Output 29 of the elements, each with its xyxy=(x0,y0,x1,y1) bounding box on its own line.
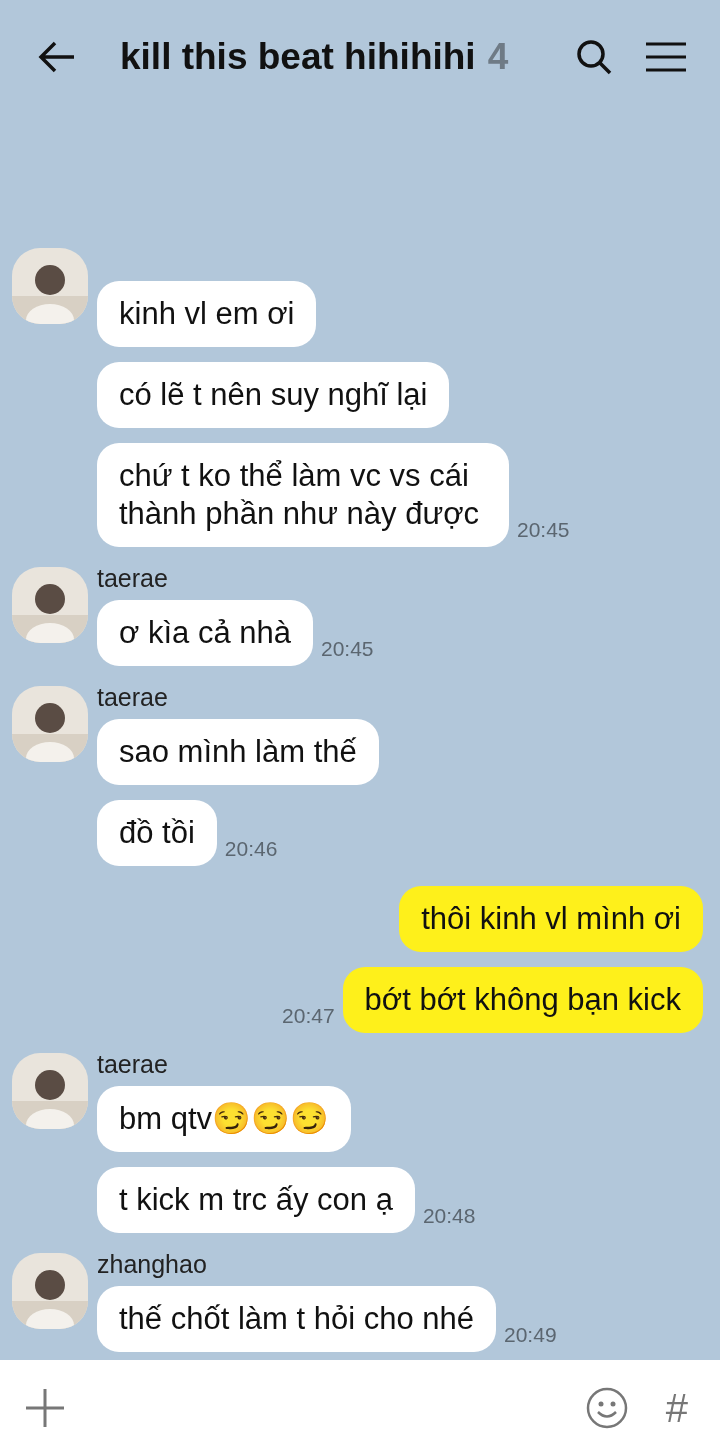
member-count: 4 xyxy=(487,34,509,79)
message-time: 20:46 xyxy=(224,835,278,862)
message-bubble: ơ kìa cả nhà xyxy=(97,600,313,666)
message-bubble: thế chốt làm t hỏi cho nhé xyxy=(97,1286,496,1352)
chat-title: kill this beat hihihihi xyxy=(120,34,476,79)
message-bubble: có lẽ t nên suy nghĩ lại xyxy=(97,362,450,428)
back-icon[interactable] xyxy=(38,40,76,73)
message-time: 20:47 xyxy=(282,1002,335,1029)
message-bubble: kinh vl em ơi xyxy=(97,281,317,347)
message-bubble: t kick m trc ấy con ạ xyxy=(97,1167,415,1233)
menu-icon[interactable] xyxy=(646,41,686,72)
hashtag-button[interactable]: # xyxy=(665,1378,688,1438)
message-bubble: bm qtv😏😏😏 xyxy=(97,1086,352,1152)
sender-name: taerae xyxy=(97,1049,168,1081)
message-bubble: thôi kinh vl mình ơi xyxy=(399,886,703,952)
sender-name: zhanghao xyxy=(97,1249,207,1281)
message-time: 20:48 xyxy=(422,1202,476,1229)
sender-name: taerae xyxy=(97,682,168,714)
emoji-icon[interactable] xyxy=(585,1387,628,1429)
message-bubble: sao mình làm thế xyxy=(97,719,379,785)
message-bubble: chứ t ko thể làm vc vs cái thành phần như này được xyxy=(97,443,509,547)
search-icon[interactable] xyxy=(576,38,612,75)
message-time: 20:45 xyxy=(517,516,570,543)
message-time: 20:45 xyxy=(321,635,374,662)
sender-name: taerae xyxy=(97,563,168,595)
plus-icon[interactable] xyxy=(26,1389,64,1427)
message-time: 20:49 xyxy=(504,1321,557,1348)
message-bubble: đồ tồi xyxy=(97,800,217,866)
message-bubble: bớt bớt không bạn kick xyxy=(342,967,703,1033)
